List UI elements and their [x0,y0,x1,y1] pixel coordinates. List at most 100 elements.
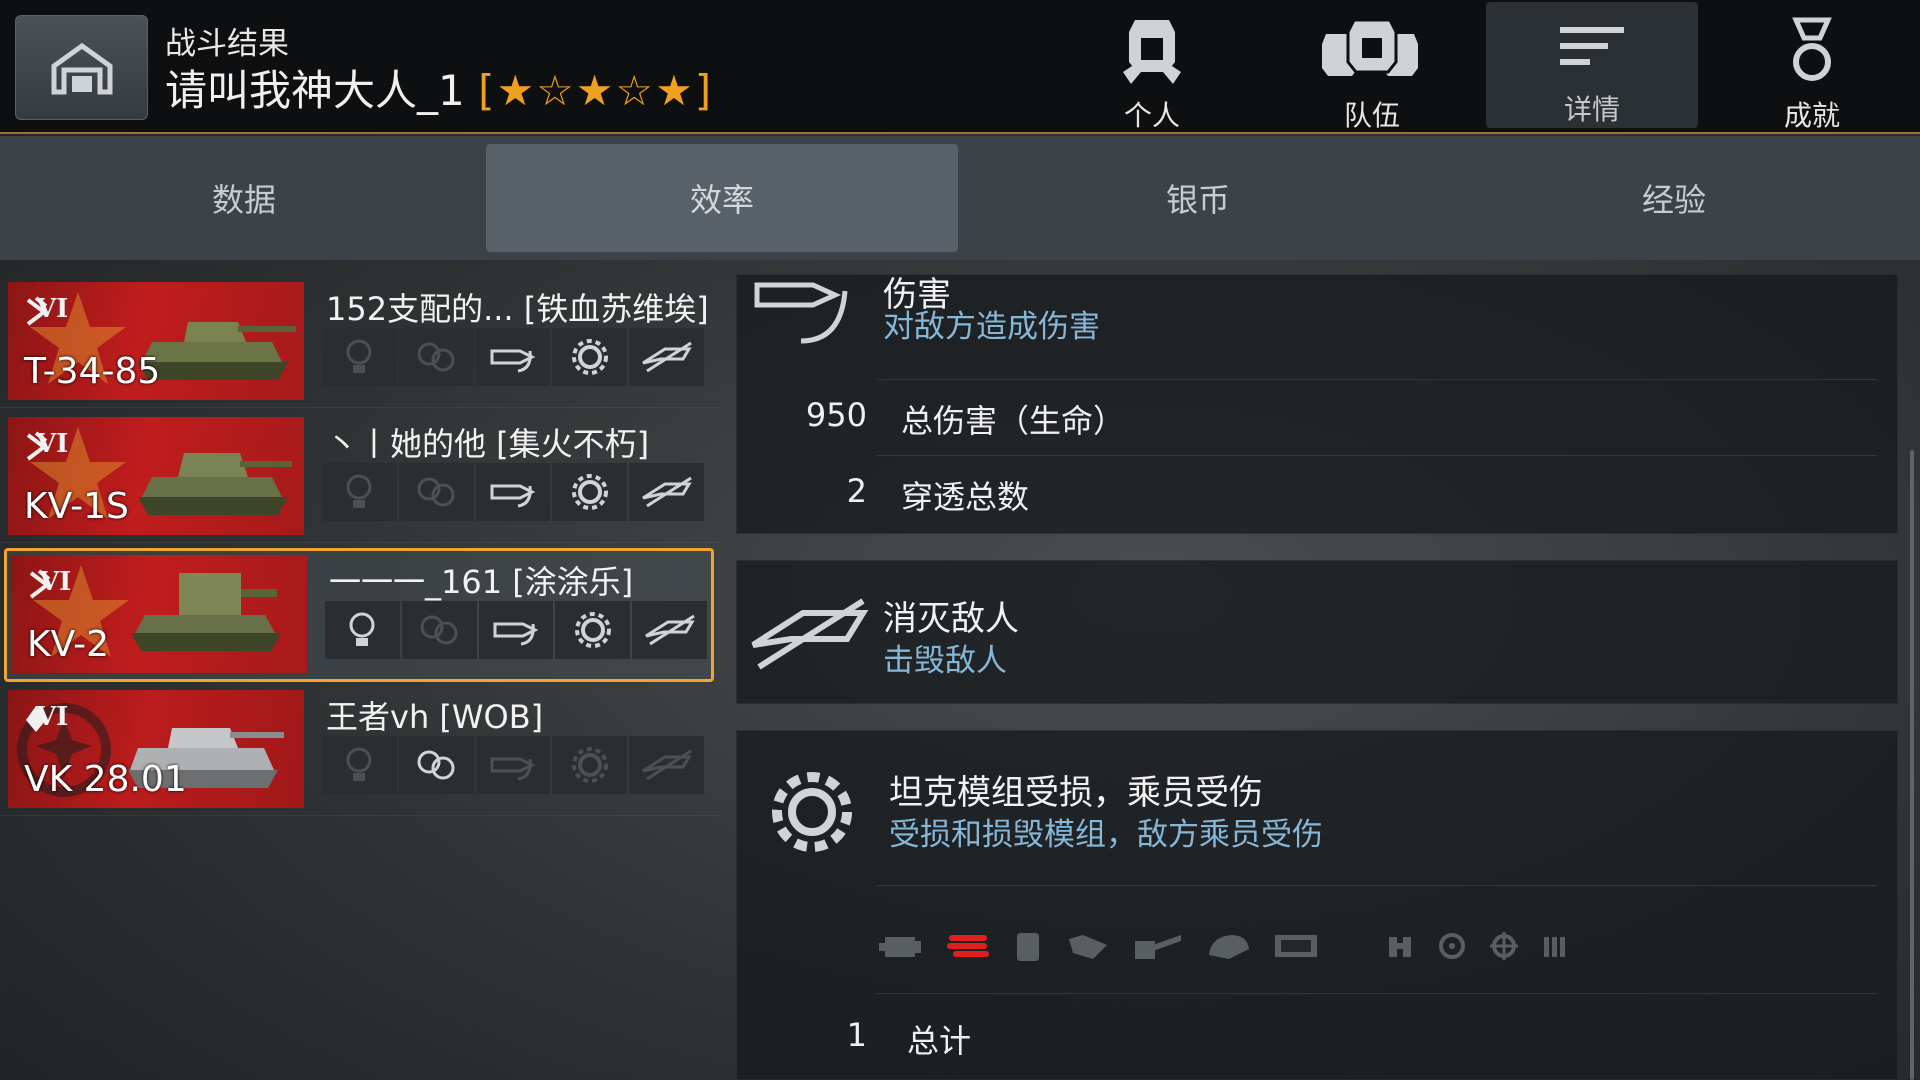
tank-card: VI T-34-85 [8,282,304,400]
subtab-bar: 数据 效率 银币 经验 [0,136,1920,260]
achievement-medal-icon [1792,17,1832,81]
shell-icon [490,349,536,373]
tank-name: KV-2 [27,624,110,665]
lightbulb-icon [346,747,372,781]
tab-details-label: 详情 [1563,93,1620,126]
kill-desc: 击毁敌人 [883,643,1007,679]
shell-icon [490,484,536,508]
medal-damage [478,601,554,659]
capture-defense-icon [417,342,455,372]
tab-details[interactable]: 详情 [1486,2,1698,128]
destroyed-tank-icon [641,341,692,373]
tab-personal[interactable]: 个人 [1046,2,1258,132]
medal-damage [475,463,551,521]
medal-modules [552,328,628,386]
module-desc: 受损和损毁模组，敌方乘员受伤 [889,817,1323,853]
stat-row-penetrations: 2 穿透总数 [847,455,1877,533]
engine-icon [879,937,921,957]
tank-card: VI VK 28.01 [8,690,304,808]
tab-team[interactable]: 队伍 [1266,2,1478,132]
module-icons-row [877,885,1877,1005]
medal-defender [398,463,474,521]
medal-scout [322,328,397,386]
subtab-efficiency[interactable]: 效率 [486,144,958,252]
module-icons [877,896,1877,996]
home-button[interactable] [15,15,148,120]
medal-modules [552,736,628,794]
destroyed-tank-icon [641,749,692,781]
tab-achievements-label: 成就 [1783,99,1840,132]
subtab-credits[interactable]: 银币 [962,144,1434,252]
subtab-experience[interactable]: 经验 [1438,144,1910,252]
stat-label: 总伤害（生命） [901,402,1126,440]
player-name: 152支配的... [铁血苏维埃] [326,290,709,328]
medal-kills [629,736,704,794]
stat-value: 2 [846,472,867,510]
tab-team-label: 队伍 [1343,99,1400,132]
subtab-data[interactable]: 数据 [8,144,480,252]
scrollbar[interactable] [1910,450,1914,1080]
vehicle-row[interactable]: VI VK 28.01 王者vh [WOB] [0,682,718,816]
lightbulb-icon [346,474,372,508]
vehicle-row[interactable]: VI KV-1S 丶丨她的他 [集火不朽] [0,409,718,543]
title-block: 战斗结果 请叫我神大人_1 [★☆★☆★] [165,24,713,118]
tank-card: VI KV-1S [8,417,304,535]
player-name: 请叫我神大人_1 [165,66,465,115]
loader-icon [1544,937,1565,957]
medal-strip [325,601,707,659]
fuel-tank-icon [1017,933,1039,961]
vehicle-row-selected[interactable]: VI KV-2 一一一_161 [涂涂乐] [4,548,714,682]
tracks-icon [947,935,989,957]
stat-value: 1 [846,1016,867,1054]
tank-tier: VI [36,702,69,732]
gunner-icon [1490,932,1518,960]
module-panel: 坦克模组受损，乘员受伤 受损和损毁模组，敌方乘员受伤 1 总计 [736,730,1898,1080]
capture-defense-icon [420,615,458,645]
radio-icon [1275,935,1317,957]
medal-damage [475,736,551,794]
tank-silhouette-icon [138,453,292,515]
shell-icon [490,757,536,781]
lightbulb-icon [346,339,372,373]
vehicle-list: VI T-34-85 152支配的... [铁血苏维埃] VI KV-1S 丶丨… [0,262,720,1080]
damage-desc: 对敌方造成伤害 [883,309,1100,345]
gear-icon [574,612,611,648]
tab-achievements[interactable]: 成就 [1706,2,1918,132]
stat-value: 950 [805,396,867,434]
stat-row-total: 1 总计 [847,993,1877,1080]
gear-icon [772,772,852,852]
medal-kills [632,601,707,659]
medal-defender [398,328,474,386]
personal-helmet-icon [1123,20,1181,84]
medal-modules [555,601,631,659]
player-name: 丶丨她的他 [集火不朽] [326,425,650,463]
header-bar: 战斗结果 请叫我神大人_1 [★☆★☆★] 个人 队伍 详情 成就 [0,0,1920,134]
kill-panel: 消灭敌人 击毁敌人 [736,560,1898,704]
gear-icon [571,474,608,510]
tank-tier: VI [39,567,72,597]
tank-card: VI KV-2 [11,555,307,673]
capture-defense-icon [417,477,455,507]
tank-tier: VI [36,294,69,324]
gear-icon [571,339,608,375]
turret-icon [1209,935,1249,959]
medal-strip [322,463,704,521]
tank-name: VK 28.01 [24,759,187,800]
lightbulb-icon [349,612,375,646]
stat-label: 总计 [907,1022,972,1060]
team-helmets-icon [1322,18,1418,76]
stat-label: 穿透总数 [901,478,1030,516]
medal-strip [322,736,704,794]
tank-name: KV-1S [24,486,129,527]
commander-icon [1389,937,1411,957]
capture-defense-icon [417,750,455,780]
screen-subtitle: 战斗结果 [165,26,289,62]
player-line: 请叫我神大人_1 [★☆★☆★] [165,64,713,118]
destroyed-tank-icon [641,476,692,508]
hangar-icon [51,42,112,94]
medal-defender [401,601,477,659]
medal-defender [398,736,474,794]
vehicle-row[interactable]: VI T-34-85 152支配的... [铁血苏维埃] [0,274,718,408]
medal-modules [552,463,628,521]
medal-kills [629,328,704,386]
